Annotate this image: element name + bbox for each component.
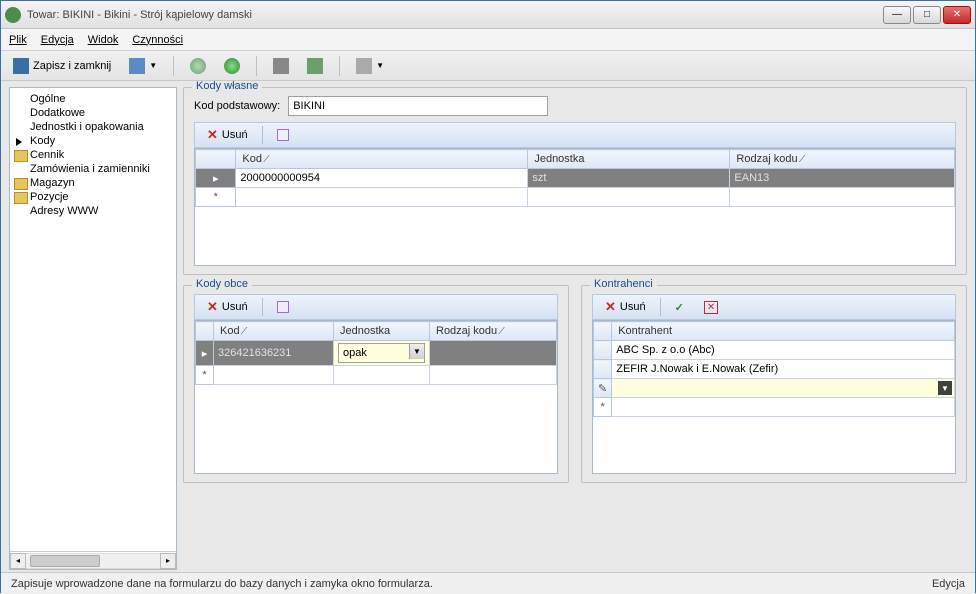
chevron-down-icon[interactable]: ▼ bbox=[938, 381, 952, 395]
own-codes-legend: Kody własne bbox=[192, 81, 262, 92]
sidebar-item-units[interactable]: Jednostki i opakowania bbox=[12, 120, 174, 134]
col-unit[interactable]: Jednostka bbox=[334, 322, 430, 341]
scroll-right-icon[interactable]: ▸ bbox=[160, 553, 176, 569]
base-code-label: Kod podstawowy: bbox=[194, 100, 280, 112]
cell-type[interactable] bbox=[430, 341, 557, 366]
check-icon: ✓ bbox=[675, 301, 684, 314]
contractor-row[interactable]: ABC Sp. z o.o (Abc) bbox=[612, 341, 955, 360]
delete-icon: ✕ bbox=[207, 299, 218, 315]
save-close-button[interactable]: Zapisz i zamknij bbox=[7, 55, 117, 77]
print-button[interactable]: ▼ bbox=[350, 55, 390, 77]
sidebar-item-general[interactable]: Ogólne bbox=[12, 92, 174, 106]
contractors-toolbar: ✕ Usuń ✓ ✕ bbox=[592, 294, 956, 320]
cell-type[interactable]: EAN13 bbox=[730, 169, 955, 188]
group-own-codes: Kody własne Kod podstawowy: ✕ Usuń Kod⁄ bbox=[183, 87, 967, 275]
col-code[interactable]: Kod⁄ bbox=[214, 322, 334, 341]
col-code[interactable]: Kod⁄ bbox=[236, 150, 528, 169]
row-indicator: ▸ bbox=[196, 169, 236, 188]
cell-code[interactable]: 2000000000954 bbox=[236, 169, 528, 188]
menubar: Plik Edycja Widok Czynności bbox=[1, 29, 975, 51]
edit-icon bbox=[277, 129, 289, 141]
print-icon bbox=[356, 58, 372, 74]
app-icon bbox=[5, 7, 21, 23]
foreign-codes-legend: Kody obce bbox=[192, 278, 252, 290]
foreign-delete-button[interactable]: ✕ Usuń bbox=[201, 297, 254, 317]
sidebar-scrollbar[interactable]: ◂ ▸ bbox=[10, 551, 176, 569]
delete-icon: ✕ bbox=[605, 299, 616, 315]
own-codes-toolbar: ✕ Usuń bbox=[194, 122, 956, 148]
col-contractor[interactable]: Kontrahent bbox=[612, 322, 955, 341]
tools-button[interactable] bbox=[267, 55, 295, 77]
menu-file[interactable]: Plik bbox=[9, 34, 27, 46]
window-title: Towar: BIKINI - Bikini - Strój kąpielowy… bbox=[27, 9, 883, 21]
group-foreign-codes: Kody obce ✕ Usuń Kod⁄ Jednostka bbox=[183, 285, 569, 483]
maximize-button[interactable]: □ bbox=[913, 6, 941, 24]
status-text: Zapisuje wprowadzone dane na formularzu … bbox=[11, 578, 433, 590]
forward-button[interactable] bbox=[218, 55, 246, 77]
base-code-input[interactable] bbox=[288, 96, 548, 116]
cell-code[interactable]: 326421636231 bbox=[214, 341, 334, 366]
close-button[interactable]: ✕ bbox=[943, 6, 971, 24]
contractors-grid[interactable]: Kontrahent ABC Sp. z o.o (Abc) ZEFIR J.N… bbox=[593, 321, 955, 417]
own-delete-button[interactable]: ✕ Usuń bbox=[201, 125, 254, 145]
refresh-button[interactable] bbox=[301, 55, 329, 77]
sidebar-item-pricelist[interactable]: Cennik bbox=[12, 148, 174, 162]
foreign-edit-button[interactable] bbox=[271, 299, 295, 315]
cancel-icon: ✕ bbox=[704, 301, 718, 314]
sidebar-item-www[interactable]: Adresy WWW bbox=[12, 204, 174, 218]
contractors-legend: Kontrahenci bbox=[590, 278, 657, 290]
forward-icon bbox=[224, 58, 240, 74]
status-mode: Edycja bbox=[932, 578, 965, 590]
sidebar: Ogólne Dodatkowe Jednostki i opakowania … bbox=[9, 87, 177, 570]
cell-unit[interactable]: ▼ bbox=[334, 341, 430, 366]
contractors-cancel-button[interactable]: ✕ bbox=[698, 299, 724, 316]
foreign-codes-toolbar: ✕ Usuń bbox=[194, 294, 558, 320]
col-unit[interactable]: Jednostka bbox=[528, 150, 730, 169]
sidebar-item-positions[interactable]: Pozycje bbox=[12, 190, 174, 204]
back-button[interactable] bbox=[184, 55, 212, 77]
delete-icon: ✕ bbox=[207, 127, 218, 143]
sidebar-item-orders[interactable]: Zamówienia i zamienniki bbox=[12, 162, 174, 176]
titlebar: Towar: BIKINI - Bikini - Strój kąpielowy… bbox=[1, 1, 975, 29]
edit-icon bbox=[277, 301, 289, 313]
save-close-label: Zapisz i zamknij bbox=[33, 60, 111, 72]
contractors-accept-button[interactable]: ✓ bbox=[669, 299, 690, 316]
contractor-row[interactable]: ZEFIR J.Nowak i E.Nowak (Zefir) bbox=[612, 360, 955, 379]
disk-icon bbox=[129, 58, 145, 74]
menu-edit[interactable]: Edycja bbox=[41, 34, 74, 46]
minimize-button[interactable]: — bbox=[883, 6, 911, 24]
new-row-indicator: * bbox=[594, 398, 612, 417]
sidebar-item-warehouse[interactable]: Magazyn bbox=[12, 176, 174, 190]
statusbar: Zapisuje wprowadzone dane na formularzu … bbox=[1, 572, 975, 594]
foreign-delete-label: Usuń bbox=[222, 301, 248, 313]
menu-actions[interactable]: Czynności bbox=[132, 34, 183, 46]
own-edit-button[interactable] bbox=[271, 127, 295, 143]
row-indicator: ▸ bbox=[196, 341, 214, 366]
foreign-codes-grid[interactable]: Kod⁄ Jednostka Rodzaj kodu⁄ ▸ 3264216362… bbox=[195, 321, 557, 385]
contractors-delete-label: Usuń bbox=[620, 301, 646, 313]
back-icon bbox=[190, 58, 206, 74]
group-contractors: Kontrahenci ✕ Usuń ✓ ✕ Kontrahent bbox=[581, 285, 967, 483]
new-row-indicator: * bbox=[196, 366, 214, 385]
save-icon bbox=[13, 58, 29, 74]
chevron-down-icon[interactable]: ▼ bbox=[409, 344, 424, 359]
contractors-delete-button[interactable]: ✕ Usuń bbox=[599, 297, 652, 317]
scroll-left-icon[interactable]: ◂ bbox=[10, 553, 26, 569]
new-row-indicator: * bbox=[196, 188, 236, 207]
tools-icon bbox=[273, 58, 289, 74]
menu-view[interactable]: Widok bbox=[88, 34, 119, 46]
edit-row-indicator: ✎ bbox=[594, 379, 612, 398]
sidebar-item-additional[interactable]: Dodatkowe bbox=[12, 106, 174, 120]
refresh-icon bbox=[307, 58, 323, 74]
col-type[interactable]: Rodzaj kodu⁄ bbox=[430, 322, 557, 341]
toolbar: Zapisz i zamknij ▼ ▼ bbox=[1, 51, 975, 81]
col-type[interactable]: Rodzaj kodu⁄ bbox=[730, 150, 955, 169]
sidebar-item-codes[interactable]: Kody bbox=[12, 134, 174, 148]
cell-unit[interactable]: szt bbox=[528, 169, 730, 188]
own-codes-grid[interactable]: Kod⁄ Jednostka Rodzaj kodu⁄ ▸ 2000000000… bbox=[195, 149, 955, 207]
save-dropdown-button[interactable]: ▼ bbox=[123, 55, 163, 77]
own-delete-label: Usuń bbox=[222, 129, 248, 141]
contractor-edit-cell[interactable]: ▼ bbox=[612, 379, 955, 398]
